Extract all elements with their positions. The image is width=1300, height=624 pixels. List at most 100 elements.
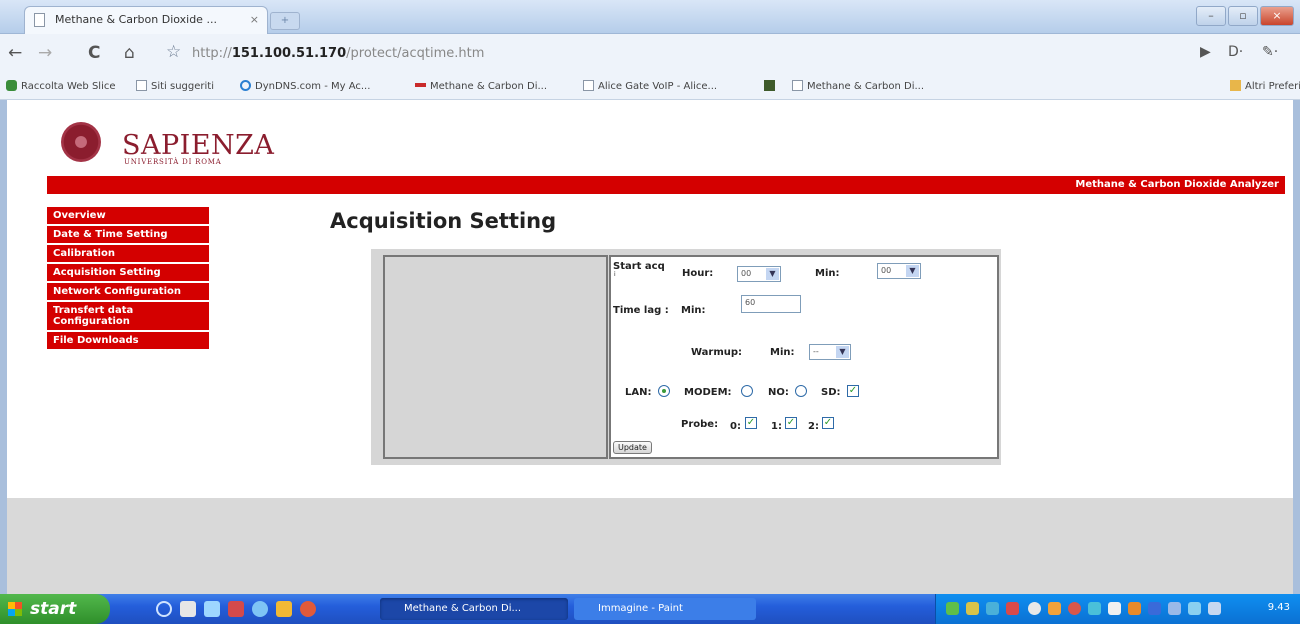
page-menu-icon[interactable]: ▶	[1200, 44, 1211, 60]
warmup-select[interactable]: -- ▼	[809, 344, 851, 360]
browser-toolbar: ← → C ⌂ ☆ http://151.100.51.170/protect/…	[0, 34, 1300, 74]
tray-icon[interactable]	[946, 602, 959, 615]
time-lag-label: Time lag :	[613, 305, 669, 316]
tray-icon[interactable]	[1168, 602, 1181, 615]
tray-icon[interactable]	[1148, 602, 1161, 615]
hour-label: Hour:	[682, 268, 714, 279]
header-banner: Methane & Carbon Dioxide Analyzer	[47, 176, 1285, 194]
home-icon[interactable]: ⌂	[124, 42, 135, 64]
system-tray: 9.43	[935, 594, 1300, 624]
other-bookmarks[interactable]: Altri Preferiti	[1230, 79, 1300, 95]
logo-subtitle: UNIVERSITÀ DI ROMA	[124, 158, 222, 166]
bookmark-star-icon[interactable]: ☆	[166, 42, 181, 62]
tray-icon[interactable]	[1108, 602, 1121, 615]
url-prefix: http://	[192, 46, 232, 61]
chevron-down-icon: ▼	[766, 268, 779, 280]
page-icon	[34, 13, 45, 27]
new-tab-button[interactable]: +	[270, 12, 300, 30]
bookmark-item[interactable]: Siti suggeriti	[136, 79, 214, 95]
menu-item-file-downloads[interactable]: File Downloads	[47, 332, 209, 351]
window-border-right	[1293, 100, 1300, 594]
side-menu: Overview Date & Time Setting Calibration…	[47, 207, 209, 351]
bookmark-item[interactable]	[764, 79, 779, 95]
messenger-icon[interactable]	[252, 601, 268, 617]
update-button[interactable]: Update	[613, 441, 652, 454]
tray-icon[interactable]	[1128, 602, 1141, 615]
bookmark-item[interactable]: Methane & Carbon Di...	[792, 79, 924, 95]
menu-item-transfert-data-configuration[interactable]: Transfert data Configuration	[47, 302, 209, 332]
warmup-label: Warmup:	[691, 347, 743, 358]
media-icon[interactable]	[228, 601, 244, 617]
window-close-button[interactable]: ×	[1260, 6, 1294, 26]
tray-icon[interactable]	[1048, 602, 1061, 615]
tray-icon[interactable]	[1028, 602, 1041, 615]
network-icon[interactable]	[1188, 602, 1201, 615]
tray-icon[interactable]	[986, 602, 999, 615]
menu-item-overview[interactable]: Overview	[47, 207, 209, 226]
desktop-icon[interactable]	[180, 601, 196, 617]
tab-close-icon[interactable]: ×	[250, 7, 259, 33]
explorer-icon[interactable]	[204, 601, 220, 617]
time-lag-input[interactable]: 60	[741, 295, 801, 313]
bookmark-item[interactable]: Raccolta Web Slice	[6, 79, 116, 95]
reload-icon[interactable]: C	[88, 42, 100, 64]
settings-left-cell	[383, 255, 608, 459]
probe-0-checkbox[interactable]: ✓	[745, 417, 757, 429]
page-title: Acquisition Setting	[330, 209, 557, 233]
sd-checkbox[interactable]: ✓	[847, 385, 859, 397]
menu-item-acquisition-setting[interactable]: Acquisition Setting	[47, 264, 209, 283]
window-minimize-button[interactable]: –	[1196, 6, 1226, 26]
taskbar-item-browser[interactable]: Methane & Carbon Di...	[380, 598, 568, 620]
tray-icon[interactable]	[1088, 602, 1101, 615]
sd-label: SD:	[821, 387, 841, 398]
bookmark-item[interactable]: Methane & Carbon Di...	[415, 79, 547, 95]
tray-icon[interactable]	[966, 602, 979, 615]
lan-radio[interactable]	[658, 385, 670, 397]
bookmark-item[interactable]: Alice Gate VoIP - Alice...	[583, 79, 717, 95]
minute-select-value: 00	[881, 266, 892, 275]
menu-item-date-time-setting[interactable]: Date & Time Setting	[47, 226, 209, 245]
menu-item-calibration[interactable]: Calibration	[47, 245, 209, 264]
forward-icon[interactable]: →	[38, 42, 52, 64]
device-icon	[764, 80, 775, 91]
ie-icon[interactable]	[156, 601, 172, 617]
address-bar[interactable]: http://151.100.51.170/protect/acqtime.ht…	[192, 44, 484, 64]
hour-select-value: 00	[741, 269, 752, 278]
folder-icon[interactable]	[276, 601, 292, 617]
url-host: 151.100.51.170	[231, 46, 347, 61]
window-maximize-button[interactable]: ▫	[1228, 6, 1258, 26]
start-acq-sub: i	[614, 271, 616, 278]
taskbar-clock: 9.43	[1267, 602, 1290, 613]
probe-1-checkbox[interactable]: ✓	[785, 417, 797, 429]
probe-2-checkbox[interactable]: ✓	[822, 417, 834, 429]
volume-icon[interactable]	[1208, 602, 1221, 615]
webslice-icon	[6, 80, 17, 91]
chrome-icon[interactable]	[300, 601, 316, 617]
back-icon[interactable]: ←	[8, 42, 22, 64]
probe-label: Probe:	[681, 419, 719, 430]
bookmark-item[interactable]: DynDNS.com - My Ac...	[240, 79, 370, 95]
document-menu-icon[interactable]: D·	[1228, 44, 1243, 60]
wrench-menu-icon[interactable]: ✎·	[1262, 44, 1278, 60]
probe-2-label: 2:	[808, 421, 819, 432]
start-label: start	[30, 599, 77, 619]
browser-tab[interactable]: Methane & Carbon Dioxide ... ×	[24, 6, 268, 34]
taskbar-item-paint[interactable]: Immagine - Paint	[574, 598, 756, 620]
minute-select[interactable]: 00 ▼	[877, 263, 921, 279]
menu-item-network-configuration[interactable]: Network Configuration	[47, 283, 209, 302]
banner-title: Methane & Carbon Dioxide Analyzer	[1075, 179, 1279, 190]
start-button[interactable]: start	[0, 594, 110, 624]
modem-label: MODEM:	[684, 387, 732, 398]
probe-0-label: 0:	[730, 421, 741, 432]
chevron-down-icon: ▼	[906, 265, 919, 277]
modem-radio[interactable]	[741, 385, 753, 397]
settings-panel: Start acq i Hour: 00 ▼ Min: 00 ▼ Time lag …	[371, 249, 1001, 465]
hour-select[interactable]: 00 ▼	[737, 266, 781, 282]
no-radio[interactable]	[795, 385, 807, 397]
warmup-select-value: --	[813, 347, 819, 356]
no-label: NO:	[768, 387, 789, 398]
bookmarks-bar: Raccolta Web Slice Siti suggeriti DynDNS…	[0, 74, 1300, 100]
dyndns-icon	[240, 80, 251, 91]
antivirus-icon[interactable]	[1006, 602, 1019, 615]
tray-icon[interactable]	[1068, 602, 1081, 615]
